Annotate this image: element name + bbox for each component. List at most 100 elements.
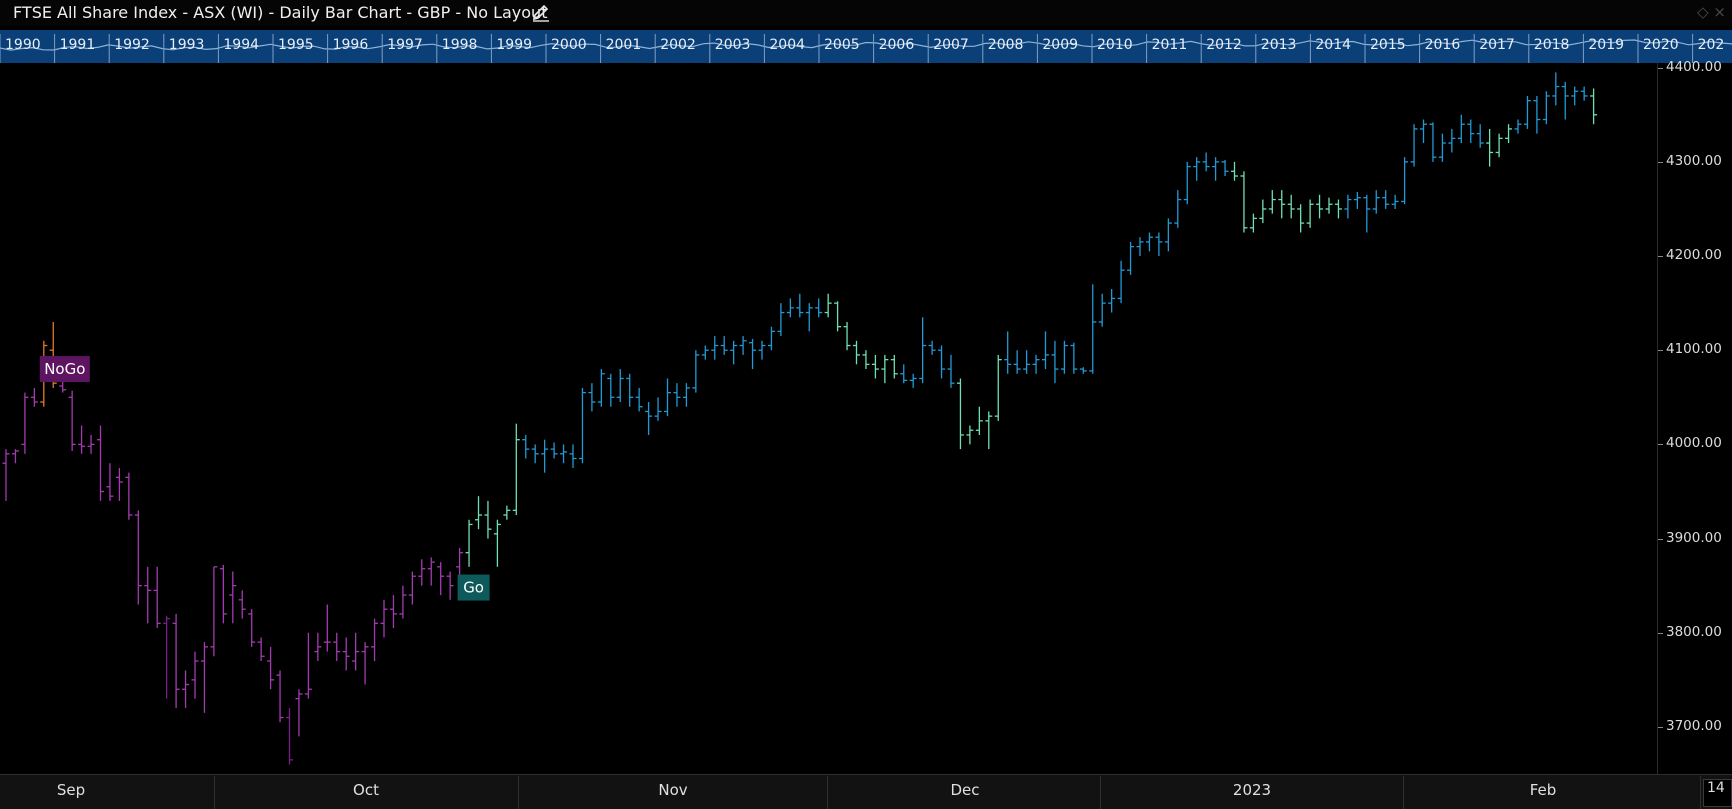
ohlc-bar[interactable] <box>994 354 1002 421</box>
ohlc-bar[interactable] <box>418 559 426 586</box>
year-strip-label-1997[interactable]: 1997 <box>387 37 423 53</box>
ohlc-bar[interactable] <box>1117 260 1125 304</box>
year-strip-label-2007[interactable]: 2007 <box>933 37 969 53</box>
ohlc-bar[interactable] <box>380 599 388 638</box>
ohlc-bar[interactable] <box>720 336 728 355</box>
ohlc-bar[interactable] <box>711 336 719 360</box>
ohlc-bar[interactable] <box>512 423 520 516</box>
ohlc-bar[interactable] <box>134 510 142 605</box>
ohlc-bar[interactable] <box>267 646 275 690</box>
ohlc-bar[interactable] <box>30 387 38 407</box>
ohlc-bar[interactable] <box>314 632 322 661</box>
ohlc-bar[interactable] <box>144 566 152 624</box>
ohlc-plot[interactable]: NoGo Go <box>0 63 1657 774</box>
ohlc-bar[interactable] <box>1325 197 1333 214</box>
ohlc-bar[interactable] <box>1108 289 1116 313</box>
ohlc-bar[interactable] <box>569 444 577 468</box>
ohlc-bar[interactable] <box>1495 133 1503 158</box>
ohlc-bar[interactable] <box>578 387 586 464</box>
ohlc-bar[interactable] <box>399 585 407 619</box>
ohlc-bar[interactable] <box>758 340 766 360</box>
ohlc-bar[interactable] <box>1505 124 1513 144</box>
ohlc-bar[interactable] <box>607 373 615 407</box>
ohlc-bar[interactable] <box>1514 119 1522 134</box>
ohlc-bar[interactable] <box>853 340 860 365</box>
ohlc-bar[interactable] <box>947 354 955 388</box>
ohlc-bar[interactable] <box>437 562 445 596</box>
ohlc-bar[interactable] <box>673 383 681 407</box>
ohlc-bar[interactable] <box>985 411 993 450</box>
ohlc-bar[interactable] <box>843 321 851 351</box>
ohlc-bar[interactable] <box>1590 88 1598 125</box>
ohlc-bar[interactable] <box>21 392 29 454</box>
ohlc-bar[interactable] <box>645 402 653 435</box>
ohlc-bar[interactable] <box>1202 152 1210 172</box>
pencil-icon[interactable] <box>530 3 552 23</box>
ohlc-bar[interactable] <box>692 350 700 393</box>
ohlc-bar[interactable] <box>1231 161 1238 181</box>
ohlc-bar[interactable] <box>333 632 341 661</box>
ohlc-bar[interactable] <box>938 345 946 379</box>
ohlc-bar[interactable] <box>862 350 870 370</box>
ohlc-bar[interactable] <box>210 566 218 657</box>
ohlc-bar[interactable] <box>550 442 558 459</box>
ohlc-bar[interactable] <box>257 637 265 661</box>
ohlc-bar[interactable] <box>1183 161 1191 205</box>
ohlc-bar[interactable] <box>1089 284 1097 374</box>
ohlc-bar[interactable] <box>493 519 501 567</box>
ohlc-bar[interactable] <box>1287 194 1295 219</box>
year-strip-label-2011[interactable]: 2011 <box>1152 37 1188 53</box>
ohlc-bar[interactable] <box>115 467 123 501</box>
ohlc-bar[interactable] <box>966 425 974 445</box>
ohlc-bar[interactable] <box>371 618 379 661</box>
ohlc-bar[interactable] <box>1249 213 1257 233</box>
ohlc-bar[interactable] <box>503 505 511 520</box>
ohlc-bar[interactable] <box>1079 367 1087 374</box>
ohlc-bar[interactable] <box>125 472 133 520</box>
year-strip-label-1991[interactable]: 1991 <box>60 37 96 53</box>
year-strip-label-1998[interactable]: 1998 <box>442 37 478 53</box>
year-strip-label-2014[interactable]: 2014 <box>1315 37 1351 53</box>
ohlc-bar[interactable] <box>248 609 256 647</box>
ohlc-bar[interactable] <box>1004 331 1012 374</box>
ohlc-bar[interactable] <box>59 380 67 393</box>
ohlc-bar[interactable] <box>1174 190 1182 228</box>
year-strip-label-2015[interactable]: 2015 <box>1370 37 1406 53</box>
ohlc-bar[interactable] <box>191 651 199 699</box>
ohlc-bar[interactable] <box>909 373 917 388</box>
ohlc-bar[interactable] <box>153 566 161 629</box>
window-controls[interactable]: ◇ × <box>1697 3 1726 21</box>
ohlc-bar[interactable] <box>730 340 738 365</box>
ohlc-bar[interactable] <box>522 434 530 459</box>
ohlc-bar[interactable] <box>456 547 464 577</box>
ohlc-bar[interactable] <box>1127 241 1135 275</box>
ohlc-bar[interactable] <box>928 340 936 355</box>
year-strip-label-1996[interactable]: 1996 <box>333 37 369 53</box>
ohlc-bar[interactable] <box>68 390 76 451</box>
ohlc-bar[interactable] <box>824 293 832 318</box>
ohlc-bar[interactable] <box>1136 237 1144 257</box>
ohlc-bar[interactable] <box>276 670 284 723</box>
ohlc-bar[interactable] <box>1438 133 1446 162</box>
ohlc-bar[interactable] <box>767 326 775 351</box>
chart-plot-area[interactable]: NoGo Go <box>0 63 1657 774</box>
ohlc-bar[interactable] <box>834 301 842 332</box>
ohlc-bar[interactable] <box>1070 342 1078 374</box>
ohlc-bar[interactable] <box>919 317 927 384</box>
ohlc-bar[interactable] <box>200 642 208 713</box>
ohlc-bar[interactable] <box>1221 159 1229 177</box>
ohlc-bar[interactable] <box>389 595 397 629</box>
ohlc-bar[interactable] <box>1457 114 1465 144</box>
ohlc-bar[interactable] <box>664 378 671 417</box>
ohlc-bar[interactable] <box>1382 190 1390 209</box>
ohlc-bar[interactable] <box>1561 81 1569 120</box>
year-strip-label-2001[interactable]: 2001 <box>606 37 642 53</box>
year-strip-label-2012[interactable]: 2012 <box>1206 37 1242 53</box>
ohlc-bar[interactable] <box>1098 293 1106 327</box>
year-strip-label-1992[interactable]: 1992 <box>114 37 150 53</box>
ohlc-bar[interactable] <box>635 387 643 412</box>
year-strip-label-2020[interactable]: 2020 <box>1643 37 1679 53</box>
year-strip-label-2005[interactable]: 2005 <box>824 37 860 53</box>
ohlc-bar[interactable] <box>1051 340 1059 384</box>
year-strip-label-1995[interactable]: 1995 <box>278 37 314 53</box>
